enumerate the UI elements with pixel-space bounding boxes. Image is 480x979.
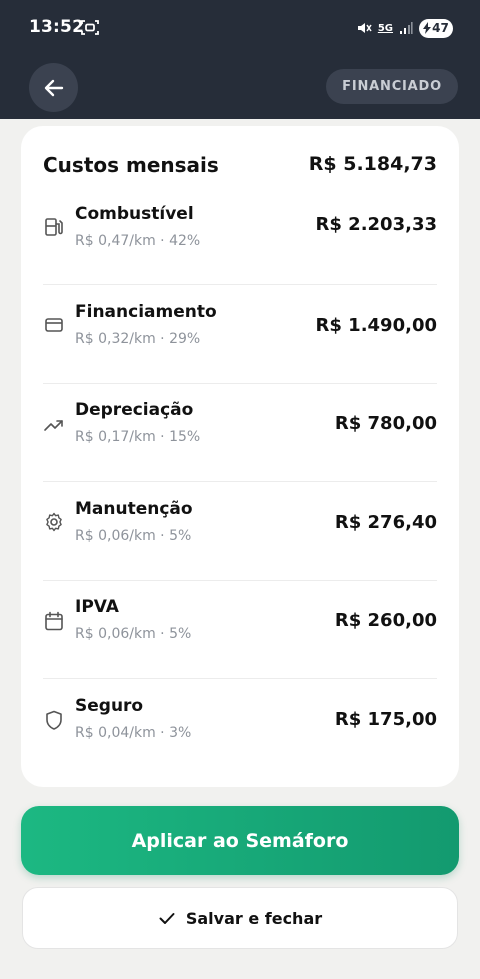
card-title: Custos mensais — [43, 153, 219, 177]
status-time: 13:52 — [29, 17, 85, 37]
cost-item-label: Depreciação — [75, 400, 194, 420]
fuel-pump-icon — [45, 218, 63, 236]
shield-icon — [46, 710, 62, 730]
cost-item-meta: R$ 0,06/km · 5% — [75, 626, 192, 642]
cost-item-amount: R$ 1.490,00 — [315, 315, 437, 336]
cost-item-meta: R$ 0,32/km · 29% — [75, 331, 201, 347]
status-icons: 5G 47 — [356, 17, 453, 39]
divider — [43, 284, 437, 285]
cost-item-maintenance: Manutenção R$ 0,06/km · 5% R$ 276,40 — [43, 499, 437, 598]
cost-item-label: IPVA — [75, 597, 119, 617]
save-and-close-button[interactable]: Salvar e fechar — [22, 887, 458, 949]
cost-item-meta: R$ 0,04/km · 3% — [75, 725, 192, 741]
battery-indicator: 47 — [419, 18, 453, 38]
checkmark-icon — [159, 913, 175, 924]
cost-item-meta: R$ 0,47/km · 42% — [75, 233, 201, 249]
cost-item-amount: R$ 2.203,33 — [315, 214, 437, 235]
cost-item-insurance: Seguro R$ 0,04/km · 3% R$ 175,00 — [43, 696, 437, 795]
financing-mode-badge: FINANCIADO — [326, 69, 458, 104]
cost-item-label: Seguro — [75, 696, 144, 716]
monthly-costs-card: Custos mensais R$ 5.184,73 Combustível R… — [21, 126, 459, 787]
save-button-label: Salvar e fechar — [185, 908, 323, 928]
battery-level: 47 — [432, 21, 449, 35]
screen-record-icon — [81, 20, 99, 35]
gear-icon — [46, 512, 62, 532]
cost-item-meta: R$ 0,17/km · 15% — [75, 429, 201, 445]
divider — [43, 678, 437, 679]
cost-item-label: Combustível — [75, 204, 194, 224]
back-button[interactable] — [29, 63, 78, 112]
cost-item-financing: Financiamento R$ 0,32/km · 29% R$ 1.490,… — [43, 302, 437, 401]
trending-icon — [44, 420, 63, 431]
credit-card-icon — [45, 318, 63, 332]
cost-item-depreciation: Depreciação R$ 0,17/km · 15% R$ 780,00 — [43, 400, 437, 499]
mute-vibrate-icon — [357, 23, 372, 33]
cost-item-amount: R$ 260,00 — [334, 610, 437, 631]
cost-item-amount: R$ 780,00 — [334, 413, 437, 434]
divider — [43, 580, 437, 581]
charging-bolt-icon — [423, 22, 432, 34]
cost-item-label: Manutenção — [75, 499, 193, 519]
calendar-icon — [45, 611, 63, 631]
cost-item-amount: R$ 276,40 — [334, 512, 437, 533]
cost-item-meta: R$ 0,06/km · 5% — [75, 528, 192, 544]
apply-to-semaforo-button[interactable]: Aplicar ao Semáforo — [21, 806, 459, 875]
cost-item-ipva: IPVA R$ 0,06/km · 5% R$ 260,00 — [43, 597, 437, 696]
divider — [43, 383, 437, 384]
signal-icon — [400, 22, 413, 34]
cost-item-label: Financiamento — [75, 302, 217, 322]
network-type: 5G — [377, 22, 393, 34]
status-bar: 13:52 5G 47 — [0, 0, 480, 58]
card-total: R$ 5.184,73 — [308, 153, 437, 175]
cost-item-amount: R$ 175,00 — [334, 709, 437, 730]
app-header: 13:52 5G 47 FINANCIADO — [0, 0, 480, 119]
arrow-left-icon — [44, 79, 63, 96]
cost-item-fuel: Combustível R$ 0,47/km · 42% R$ 2.203,33 — [43, 204, 437, 303]
divider — [43, 481, 437, 482]
